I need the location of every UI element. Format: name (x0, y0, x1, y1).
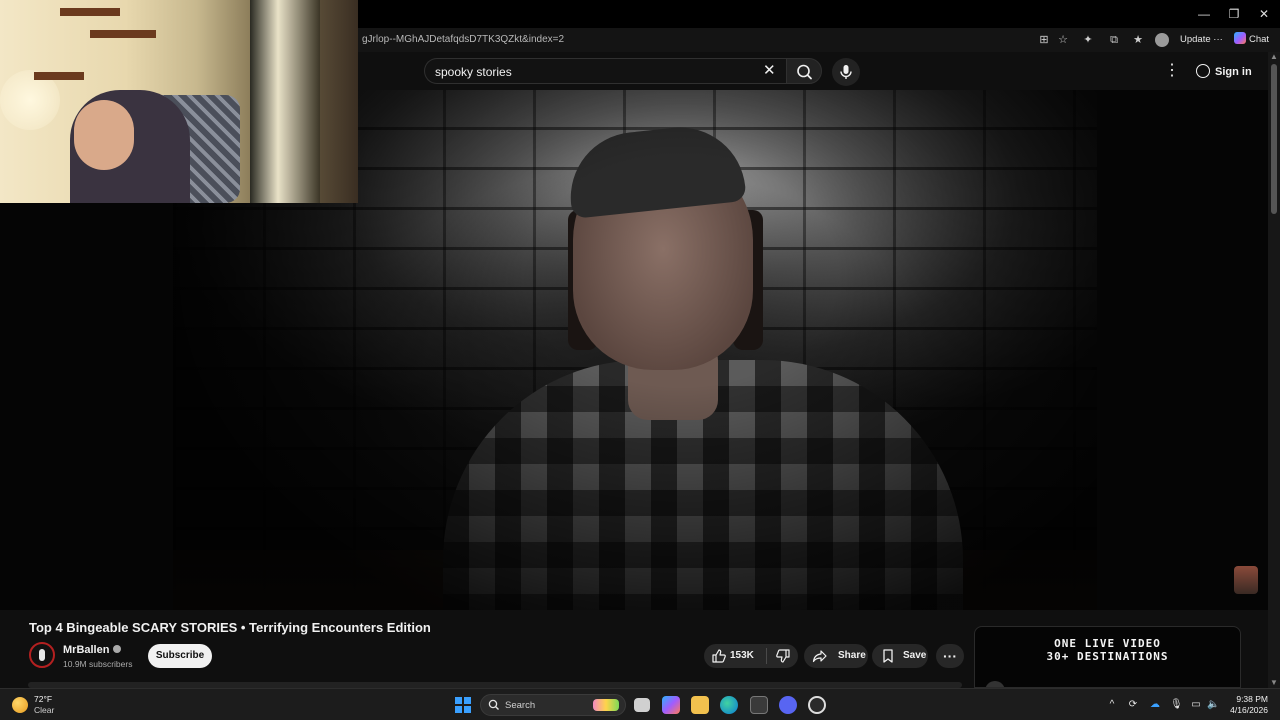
clock-time[interactable]: 9:38 PM (1226, 694, 1268, 704)
favorites-icon[interactable]: ★ (1130, 32, 1146, 48)
voice-search-button[interactable] (832, 58, 860, 86)
search-icon (797, 64, 812, 80)
taskbar-search-box[interactable]: Search (480, 694, 626, 716)
search-button[interactable] (786, 58, 822, 84)
minimize-button[interactable]: — (1190, 5, 1218, 23)
scroll-thumb[interactable] (1271, 64, 1277, 214)
taskbar-search-icon (488, 699, 499, 710)
chat-label: Chat (1249, 34, 1270, 45)
video-title: Top 4 Bingeable SCARY STORIES • Terrifyi… (29, 620, 431, 635)
mic-icon (840, 65, 852, 79)
more-horiz-icon: ··· (943, 648, 957, 664)
mic-tray-icon[interactable]: 🎙 (1170, 699, 1183, 711)
sign-in-button[interactable]: Sign in (1196, 62, 1252, 82)
search-highlight-image (593, 699, 619, 711)
shelf (34, 72, 84, 80)
shelf (60, 8, 120, 16)
extensions-icon[interactable]: ✦ (1080, 32, 1096, 48)
scroll-up-arrow[interactable]: ▲ (1270, 52, 1278, 62)
edge-icon[interactable] (720, 696, 738, 714)
ad-line-2: 30+ DESTINATIONS (1046, 650, 1169, 663)
share-button[interactable]: Share (804, 644, 868, 668)
like-dislike-group: 153K (704, 644, 798, 668)
restore-icon: ❐ (1228, 7, 1240, 21)
network-icon[interactable]: ▭ (1190, 699, 1202, 711)
obs-icon[interactable] (808, 696, 826, 714)
weather-condition[interactable]: Clear (34, 705, 54, 715)
share-icon (812, 650, 827, 663)
restore-button[interactable]: ❐ (1220, 5, 1248, 23)
ad-line-1: ONE LIVE VIDEO (1054, 637, 1161, 650)
video-info: Top 4 Bingeable SCARY STORIES • Terrifyi… (0, 610, 1268, 688)
dislike-icon (776, 649, 790, 663)
channel-avatar[interactable] (29, 642, 55, 668)
sign-in-label: Sign in (1215, 66, 1252, 78)
tray-chevron-icon[interactable]: ^ (1106, 699, 1118, 711)
ad-avatar (985, 681, 1005, 687)
save-button[interactable]: Save (872, 644, 928, 668)
sponsored-ad-card[interactable]: ONE LIVE VIDEO 30+ DESTINATIONS (974, 626, 1241, 688)
verified-icon (113, 645, 122, 653)
search-query[interactable]: spooky stories (435, 65, 512, 79)
account-icon (1196, 64, 1210, 78)
profile-icon[interactable] (1155, 33, 1169, 47)
copilot-chat-button[interactable]: Chat (1234, 32, 1269, 48)
minimize-icon: — (1198, 7, 1210, 21)
subscriber-count: 10.9M subscribers (63, 659, 133, 669)
dislike-button[interactable] (767, 644, 798, 668)
apps-icon[interactable]: ⊞ (1036, 32, 1052, 48)
copilot-app-icon[interactable] (662, 696, 680, 714)
volume-icon[interactable]: 🔈 (1207, 699, 1219, 711)
update-button[interactable]: Update ··· (1180, 32, 1223, 48)
store-icon[interactable] (750, 696, 768, 714)
subscribe-button[interactable]: Subscribe (148, 644, 212, 668)
like-button[interactable]: 153K (704, 644, 766, 668)
close-window-button[interactable]: ✕ (1250, 5, 1278, 23)
star-icon[interactable]: ☆ (1055, 32, 1071, 48)
windows-taskbar: 72°F Clear Search ^ ⟳ ☁ 🎙 ▭ 🔈 9:38 PM 4/… (0, 688, 1280, 720)
task-view-icon[interactable] (634, 698, 650, 712)
bookmark-icon (883, 649, 893, 663)
close-icon: ✕ (1258, 7, 1270, 21)
page-scrollbar[interactable]: ▲ ▼ (1268, 52, 1280, 688)
weather-icon[interactable] (12, 697, 28, 713)
search-input[interactable]: spooky stories ✕ (424, 58, 786, 84)
tray-app-icon[interactable]: ⟳ (1127, 699, 1139, 711)
onedrive-icon[interactable]: ☁ (1149, 699, 1161, 711)
scroll-down-arrow[interactable]: ▼ (1270, 678, 1278, 688)
shelf (90, 30, 156, 38)
like-count: 153K (730, 650, 754, 661)
clock-date[interactable]: 4/16/2026 (1222, 705, 1268, 715)
update-label: Update (1180, 34, 1211, 45)
save-label: Save (903, 650, 927, 661)
corner-avatar-image (1234, 566, 1258, 594)
file-explorer-icon[interactable] (691, 696, 709, 714)
update-more-label: ··· (1213, 34, 1223, 45)
like-icon (712, 649, 726, 663)
ad-text: ONE LIVE VIDEO 30+ DESTINATIONS (975, 637, 1240, 663)
discord-icon[interactable] (779, 696, 797, 714)
more-vert-icon[interactable]: ⋮ (1164, 62, 1180, 80)
collections-icon[interactable]: ⧉ (1106, 32, 1122, 48)
clear-search-button[interactable]: ✕ (763, 63, 776, 79)
copilot-icon (1234, 32, 1246, 44)
windows-start-icon[interactable] (455, 697, 471, 713)
channel-name-text: MrBallen (63, 644, 110, 656)
more-actions-button[interactable]: ··· (936, 644, 964, 668)
taskbar-search-placeholder: Search (505, 700, 536, 711)
url-text[interactable]: gJrlop--MGhAJDetafqdsD7TK3QZkt&index=2 (362, 34, 564, 45)
webcam-face (74, 100, 134, 170)
weather-temp[interactable]: 72°F (34, 694, 52, 704)
share-label: Share (838, 650, 866, 661)
channel-name[interactable]: MrBallen (63, 644, 122, 656)
curtain (250, 0, 320, 203)
webcam-overlay (0, 0, 358, 203)
